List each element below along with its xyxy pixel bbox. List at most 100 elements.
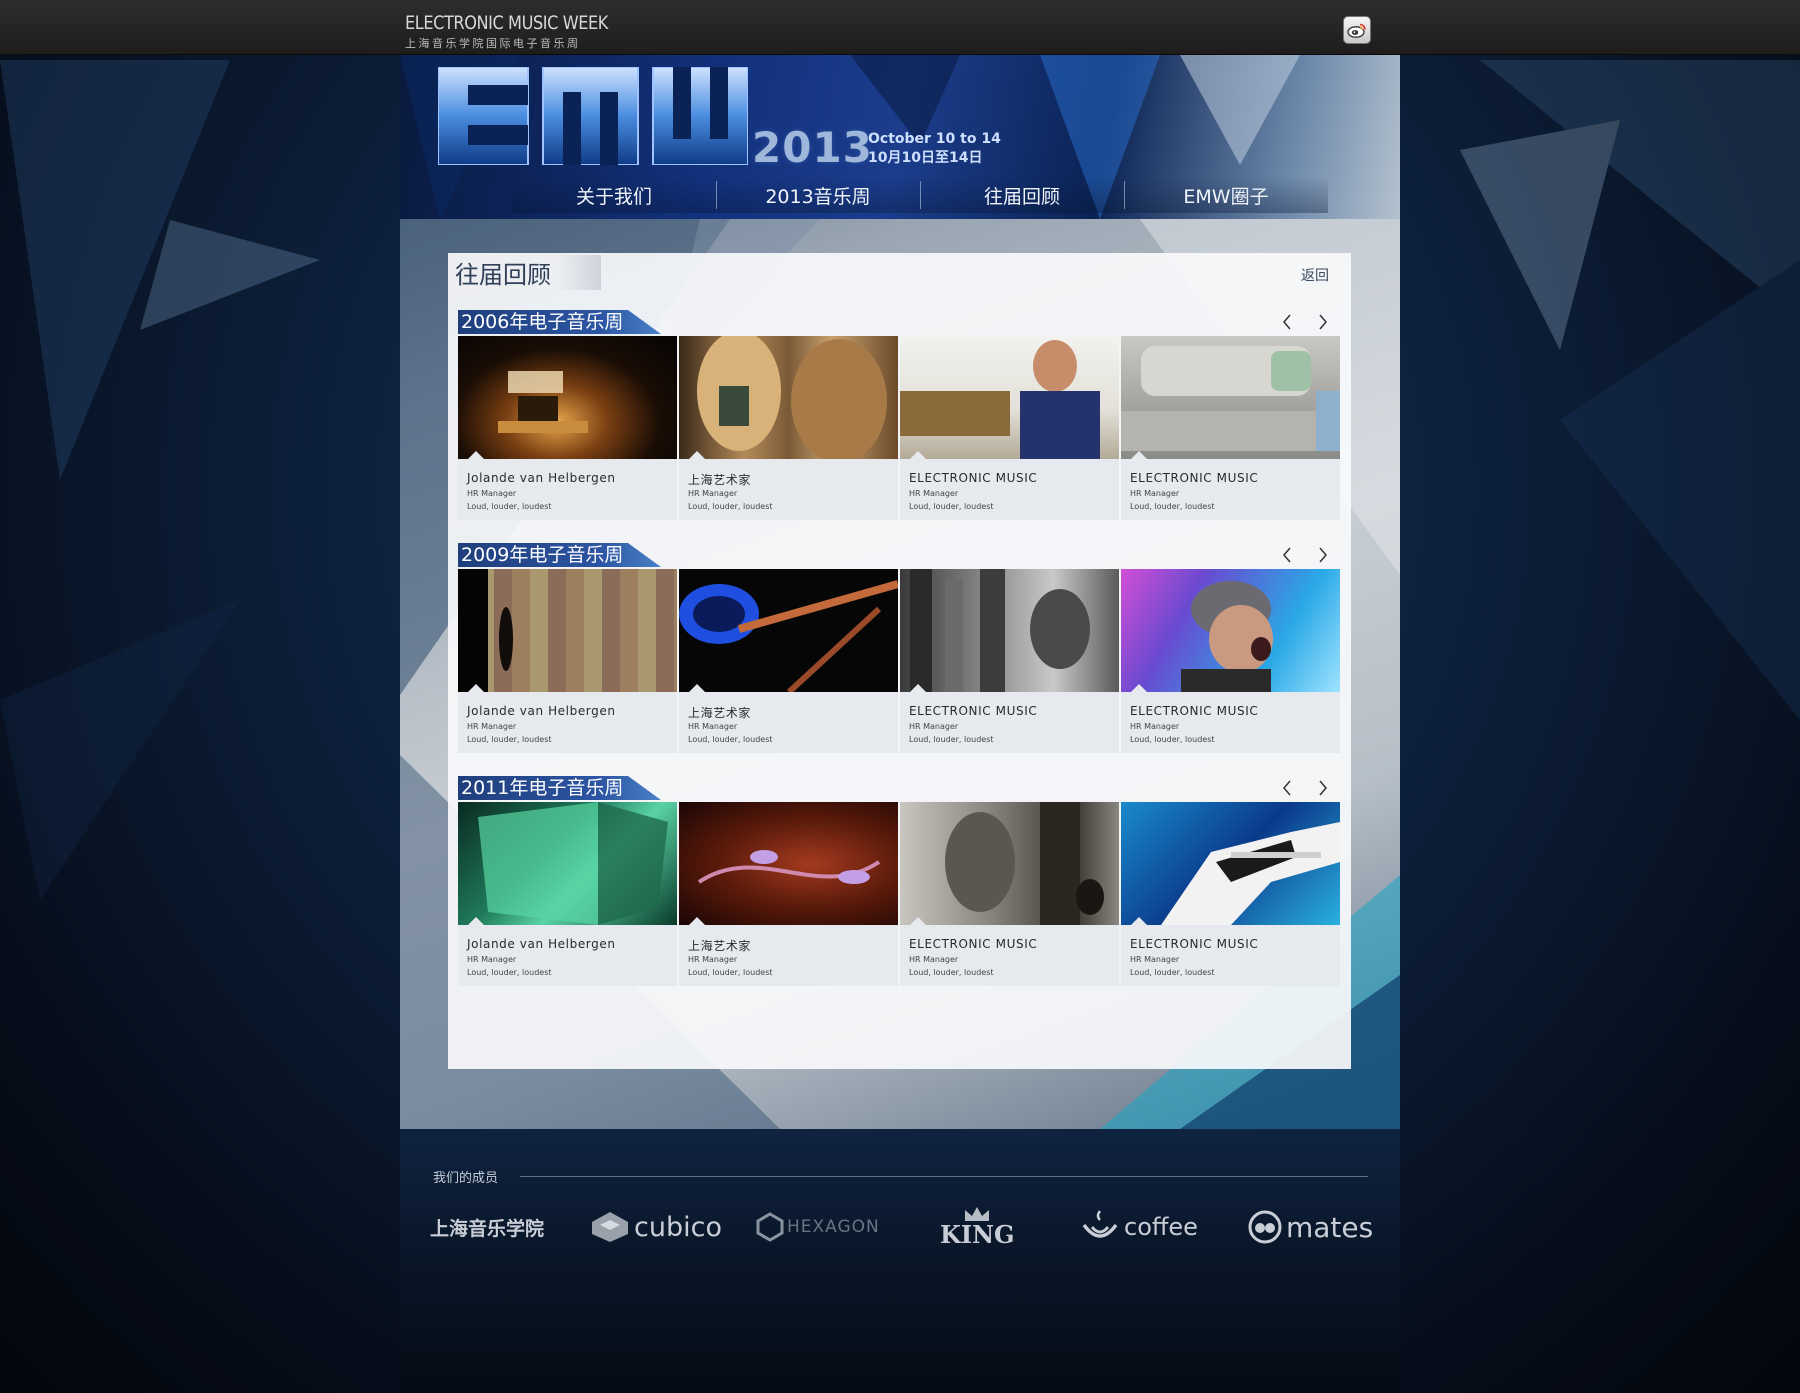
next-arrow-button[interactable] (1312, 311, 1334, 333)
chevron-left-icon (1283, 780, 1291, 796)
partner-name: mates (1286, 1210, 1374, 1244)
artist-card[interactable]: ELECTRONIC MUSIC HR Manager Loud, louder… (1121, 802, 1340, 986)
artist-desc: Loud, louder, loudest (688, 968, 773, 977)
artist-role: HR Manager (1130, 955, 1180, 964)
artist-photo (1121, 336, 1340, 459)
partner-name: 上海音乐学院 (430, 1217, 545, 1240)
nav-item-about[interactable]: 关于我们 (512, 177, 716, 213)
partner-logos: 上海音乐学院 cubico HEXAGON KING coffee mates (430, 1197, 1375, 1257)
banner-date-en: October 10 to 14 (868, 131, 1001, 147)
section-2009: 2009年电子音乐周 Jolande van Helbergen HR Mana… (458, 543, 1341, 753)
footer: 我们的成员 上海音乐学院 cubico HEXAGON KING coffee … (400, 1129, 1400, 1393)
chevron-left-icon (1283, 314, 1291, 330)
weibo-share-button[interactable] (1343, 16, 1371, 44)
artist-desc: Loud, louder, loudest (688, 735, 773, 744)
artist-card[interactable]: ELECTRONIC MUSIC HR Manager Loud, louder… (900, 569, 1119, 753)
artist-desc: Loud, louder, loudest (1130, 968, 1215, 977)
artist-desc: Loud, louder, loudest (1130, 502, 1215, 511)
partner-logo-cubico[interactable]: cubico (590, 1197, 722, 1257)
artist-role: HR Manager (688, 722, 738, 731)
weibo-icon (1347, 23, 1366, 38)
artist-role: HR Manager (688, 489, 738, 498)
prev-arrow-button[interactable] (1276, 311, 1298, 333)
artist-desc: Loud, louder, loudest (909, 968, 994, 977)
artist-role: HR Manager (467, 722, 517, 731)
artist-photo (679, 569, 898, 692)
artist-photo (458, 336, 677, 459)
card-row: Jolande van Helbergen HR Manager Loud, l… (458, 336, 1341, 520)
artist-card[interactable]: ELECTRONIC MUSIC HR Manager Loud, louder… (1121, 569, 1340, 753)
prev-arrow-button[interactable] (1276, 777, 1298, 799)
artist-name: Jolande van Helbergen (467, 704, 616, 718)
artist-role: HR Manager (467, 489, 517, 498)
artist-photo (458, 569, 677, 692)
coffee-cup-icon (1082, 1210, 1118, 1238)
partner-name: HEXAGON (787, 1217, 880, 1237)
site-brand[interactable]: ELECTRONIC MUSIC WEEK 上海音乐学院国际电子音乐周 (405, 12, 644, 51)
nav-item-past[interactable]: 往届回顾 (920, 177, 1124, 213)
artist-photo (1121, 569, 1340, 692)
artist-photo (900, 336, 1119, 459)
artist-card[interactable]: 上海艺术家 HR Manager Loud, louder, loudest (679, 569, 898, 753)
artist-name: ELECTRONIC MUSIC (909, 471, 1038, 485)
artist-card[interactable]: ELECTRONIC MUSIC HR Manager Loud, louder… (900, 336, 1119, 520)
artist-card[interactable]: 上海艺术家 HR Manager Loud, louder, loudest (679, 802, 898, 986)
hero-banner: 2013 October 10 to 14 10月10日至14日 关于我们 20… (400, 55, 1400, 219)
cubico-icon (592, 1212, 628, 1242)
banner-year: 2013 (752, 123, 873, 172)
artist-card[interactable]: Jolande van Helbergen HR Manager Loud, l… (458, 336, 677, 520)
artist-desc: Loud, louder, loudest (909, 735, 994, 744)
artist-card[interactable]: ELECTRONIC MUSIC HR Manager Loud, louder… (900, 802, 1119, 986)
artist-desc: Loud, louder, loudest (467, 735, 552, 744)
page-title: 往届回顾 (455, 255, 601, 290)
main-container: 2013 October 10 to 14 10月10日至14日 关于我们 20… (400, 55, 1400, 1129)
artist-card[interactable]: Jolande van Helbergen HR Manager Loud, l… (458, 802, 677, 986)
partner-logo-coffee[interactable]: coffee (1080, 1197, 1198, 1257)
next-arrow-button[interactable] (1312, 544, 1334, 566)
nav-item-2013[interactable]: 2013音乐周 (716, 177, 920, 213)
artist-card[interactable]: ELECTRONIC MUSIC HR Manager Loud, louder… (1121, 336, 1340, 520)
artist-role: HR Manager (909, 955, 959, 964)
artist-photo (679, 336, 898, 459)
section-title: 2011年电子音乐周 (458, 776, 661, 800)
artist-desc: Loud, louder, loudest (1130, 735, 1215, 744)
artist-name: 上海艺术家 (688, 706, 752, 720)
section-title: 2009年电子音乐周 (458, 543, 661, 567)
partner-name: coffee (1124, 1213, 1198, 1241)
next-arrow-button[interactable] (1312, 777, 1334, 799)
partner-name: cubico (634, 1211, 722, 1243)
partner-logo-mates[interactable]: mates (1248, 1197, 1373, 1257)
artist-card[interactable]: Jolande van Helbergen HR Manager Loud, l… (458, 569, 677, 753)
artist-desc: Loud, louder, loudest (467, 502, 552, 511)
nav-item-circle[interactable]: EMW圈子 (1124, 177, 1328, 213)
members-divider (520, 1176, 1368, 1177)
top-bar: ELECTRONIC MUSIC WEEK 上海音乐学院国际电子音乐周 (0, 0, 1800, 55)
artist-name: ELECTRONIC MUSIC (909, 704, 1038, 718)
artist-desc: Loud, louder, loudest (909, 502, 994, 511)
artist-photo (1121, 802, 1340, 925)
artist-desc: Loud, louder, loudest (688, 502, 773, 511)
section-2011: 2011年电子音乐周 Jolande van Helbergen HR Mana… (458, 776, 1341, 986)
partner-logo-shcm[interactable]: 上海音乐学院 (430, 1197, 544, 1257)
artist-name: ELECTRONIC MUSIC (1130, 704, 1259, 718)
chevron-right-icon (1319, 314, 1327, 330)
prev-arrow-button[interactable] (1276, 544, 1298, 566)
main-nav: 关于我们 2013音乐周 往届回顾 EMW圈子 (512, 177, 1328, 213)
chevron-right-icon (1319, 547, 1327, 563)
artist-role: HR Manager (1130, 722, 1180, 731)
artist-card[interactable]: 上海艺术家 HR Manager Loud, louder, loudest (679, 336, 898, 520)
card-row: Jolande van Helbergen HR Manager Loud, l… (458, 569, 1341, 753)
artist-role: HR Manager (909, 722, 959, 731)
partner-logo-king[interactable]: KING (940, 1197, 1015, 1257)
hexagon-icon (756, 1212, 784, 1242)
brand-title-cn: 上海音乐学院国际电子音乐周 (405, 37, 581, 50)
card-row: Jolande van Helbergen HR Manager Loud, l… (458, 802, 1341, 986)
artist-name: 上海艺术家 (688, 939, 752, 953)
back-link[interactable]: 返回 (1301, 265, 1329, 285)
artist-name: 上海艺术家 (688, 473, 752, 487)
artist-photo (900, 569, 1119, 692)
artist-role: HR Manager (688, 955, 738, 964)
artist-name: ELECTRONIC MUSIC (909, 937, 1038, 951)
artist-role: HR Manager (1130, 489, 1180, 498)
partner-logo-hexagon[interactable]: HEXAGON (755, 1197, 880, 1257)
